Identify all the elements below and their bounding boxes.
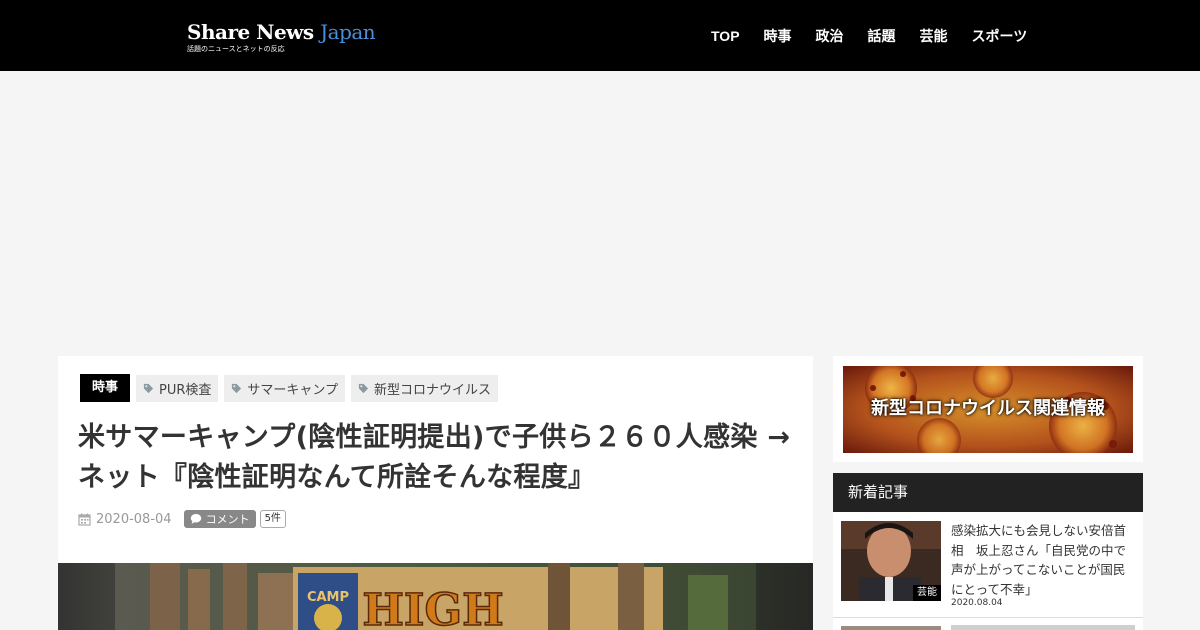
- nav-item-sports[interactable]: スポーツ: [972, 26, 1028, 46]
- nav-item-entertainment[interactable]: 芸能: [920, 26, 948, 46]
- article-tags: 時事 PUR検査 サマーキャンプ 新型コロナウイルス: [80, 374, 504, 402]
- ad-space: [0, 71, 1200, 356]
- comment-button[interactable]: コメント: [183, 510, 256, 528]
- tag-label: 新型コロナウイルス: [374, 382, 492, 398]
- nav-item-topics[interactable]: 話題: [868, 26, 896, 46]
- coronavirus-info-banner[interactable]: 新型コロナウイルス関連情報: [843, 366, 1133, 453]
- nav-item-current-affairs[interactable]: 時事: [764, 26, 792, 46]
- tag-icon: [143, 383, 154, 393]
- logo-main-text: Share News: [187, 20, 321, 44]
- article-hero-image: CAMP HIGH: [58, 563, 813, 630]
- hero-photo: CAMP HIGH: [58, 563, 813, 630]
- logo-tagline: 話題のニュースとネットの反応: [187, 45, 285, 53]
- next-post-title[interactable]: [951, 625, 1135, 630]
- logo-wordmark: Share News Japan: [187, 19, 376, 45]
- tag-pur[interactable]: PUR検査: [136, 374, 219, 402]
- publish-date: 2020-08-04: [96, 511, 172, 527]
- post-date: 2020.08.04: [951, 598, 1003, 608]
- sidebar-banner-widget: 新型コロナウイルス関連情報: [833, 356, 1143, 462]
- tag-label: サマーキャンプ: [247, 382, 339, 398]
- post-category-badge: 芸能: [913, 585, 941, 601]
- new-post-item[interactable]: 芸能 感染拡大にも会見しない安倍首相 坂上忍さん「自民党の中で声が上がってこない…: [841, 521, 1135, 613]
- global-nav: TOP 時事 政治 話題 芸能 スポーツ: [711, 26, 1051, 46]
- next-post-thumbnail[interactable]: [841, 626, 941, 630]
- tag-summer-camp[interactable]: サマーキャンプ: [224, 374, 346, 402]
- new-posts-widget: 新着記事 芸能 感染拡大にも会見しない安倍首相 坂上忍さん「自民党の中で声が上が…: [833, 473, 1143, 630]
- comment-label: コメント: [205, 513, 250, 526]
- category-badge[interactable]: 時事: [80, 374, 131, 402]
- hero-sign-text: HIGH: [362, 585, 503, 630]
- logo-accent-text: Japan: [320, 20, 376, 44]
- nav-item-politics[interactable]: 政治: [816, 26, 844, 46]
- tag-label: PUR検査: [159, 382, 212, 398]
- post-thumbnail: 芸能: [841, 521, 941, 601]
- comment-count: 5件: [259, 510, 286, 528]
- post-title: 感染拡大にも会見しない安倍首相 坂上忍さん「自民党の中で声が上がってこないことが…: [951, 523, 1127, 597]
- hero-camp-text: CAMP: [307, 590, 349, 605]
- tag-icon: [358, 383, 369, 393]
- site-logo[interactable]: Share News Japan 話題のニュースとネットの反応: [187, 19, 376, 54]
- calendar-icon: [78, 513, 91, 526]
- post-divider: [833, 617, 1143, 618]
- speech-bubble-icon: [190, 513, 201, 524]
- article-title: 米サマーキャンプ(陰性証明提出)で子供ら２６０人感染 → ネット『陰性証明なんて…: [78, 422, 791, 493]
- site-header: Share News Japan 話題のニュースとネットの反応 TOP 時事 政…: [0, 0, 1200, 71]
- article-card: 時事 PUR検査 サマーキャンプ 新型コロナウイルス 米サマーキャンプ(陰性証明…: [58, 356, 813, 630]
- banner-label: 新型コロナウイルス関連情報: [871, 398, 1105, 419]
- nav-item-top[interactable]: TOP: [711, 26, 740, 46]
- article-meta: 2020-08-04 コメント 5件: [78, 510, 286, 528]
- tag-icon: [232, 383, 242, 393]
- new-posts-heading: 新着記事: [833, 473, 1143, 512]
- tag-coronavirus[interactable]: 新型コロナウイルス: [351, 374, 499, 402]
